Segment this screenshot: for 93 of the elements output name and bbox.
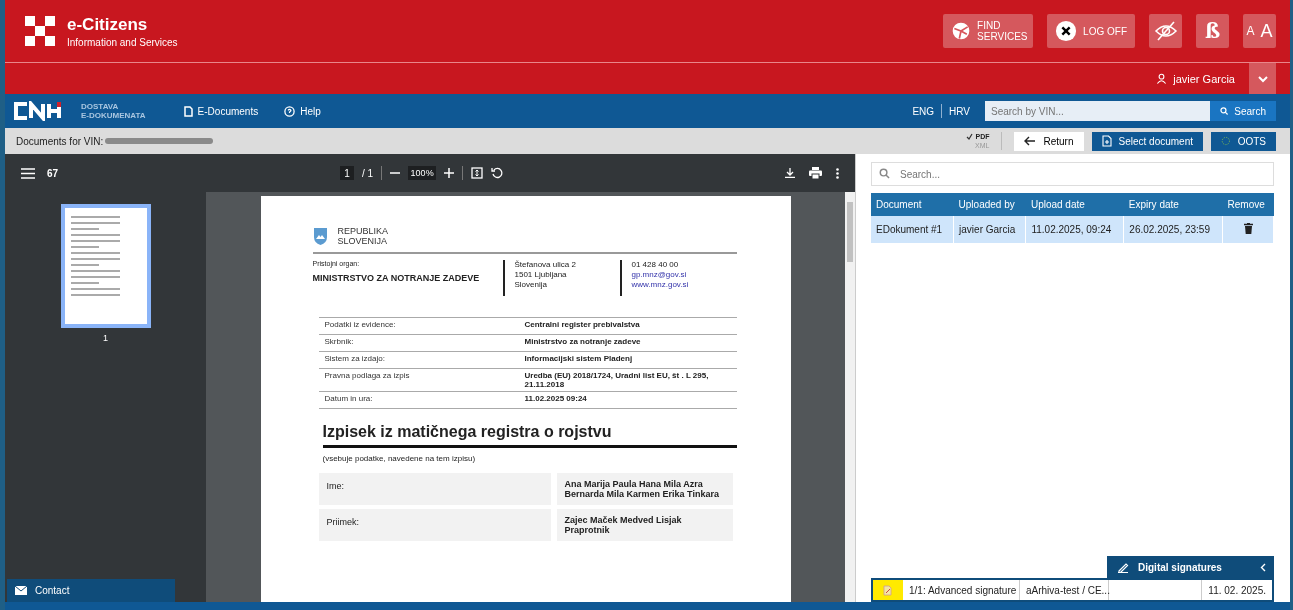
add-document-icon (1101, 135, 1112, 147)
return-button[interactable]: Return (1014, 131, 1084, 151)
help-icon (284, 105, 296, 117)
find-services-button[interactable]: FIND SERVICES (943, 14, 1034, 48)
address-line: 1501 Ljubljana (514, 270, 568, 280)
column-header: Upload date (1025, 193, 1124, 216)
user-menu-button[interactable] (1249, 63, 1276, 94)
more-icon[interactable] (836, 167, 839, 179)
globe-icon (951, 20, 972, 42)
checker-logo-icon (25, 16, 55, 46)
text-size-button[interactable]: A A (1243, 14, 1276, 48)
user-icon (1156, 73, 1168, 84)
record-value: Informacijski sistem Pladenj (524, 354, 634, 365)
zoom-field[interactable]: 100% (408, 166, 437, 180)
record-label: Podatki iz evidence: (324, 320, 397, 331)
hide-eye-icon[interactable] (1149, 14, 1182, 48)
trash-icon[interactable] (1243, 223, 1253, 234)
coat-of-arms-icon (312, 226, 328, 246)
signature-name: 1/1: Advanced signature (903, 580, 1020, 600)
signature-date: 11. 02. 2025. (1207, 583, 1267, 598)
check-icon (966, 133, 974, 140)
arrow-left-icon (1024, 136, 1037, 146)
document-icon (183, 105, 193, 117)
document-title: 67 (47, 167, 59, 179)
rotate-icon[interactable] (491, 167, 504, 179)
digital-signatures-tab[interactable]: Digital signatures (1107, 556, 1274, 578)
help-link[interactable]: Help (284, 105, 321, 117)
select-document-button[interactable]: Select document (1091, 131, 1203, 151)
signature-issuer: aArhiva-test / CE... (1020, 580, 1109, 600)
language-link[interactable]: ENG (905, 105, 942, 117)
thumbnail-label: 1 (103, 333, 108, 343)
vin-search-field[interactable]: Search by VIN... (985, 101, 1210, 121)
zoom-in-icon[interactable] (444, 168, 455, 178)
dyslexia-font-button[interactable]: ß (1196, 14, 1229, 48)
table-cell: 11.02.2025, 09:24 (1025, 216, 1124, 243)
site-title: e-Citizens (67, 14, 149, 35)
user-name[interactable]: javier Garcia (1173, 72, 1235, 85)
log-off-button[interactable]: LOG OFF (1047, 14, 1135, 48)
table-cell: EDokument #1 (871, 216, 954, 243)
table-cell: 26.02.2025, 23:59 (1123, 216, 1223, 243)
close-icon (1055, 20, 1078, 42)
record-value: Centralni register prebivalstva (524, 320, 641, 331)
chevron-down-icon (1256, 74, 1269, 83)
e-documents-link[interactable]: E-Documents (183, 105, 259, 117)
column-header: Expiry date (1123, 193, 1223, 216)
republic-name: REPUBLIKA (337, 226, 389, 236)
column-header: Uploaded by (953, 193, 1026, 216)
field-label: Ime: (318, 473, 551, 505)
search-icon (1220, 105, 1229, 117)
field-value: Zajec Maček Medved Lisjak Praprotnik (556, 509, 733, 541)
address-line: Slovenija (514, 280, 548, 290)
contact-line: gp.mnz@gov.si (631, 270, 688, 280)
record-label: Skrbnik: (324, 337, 355, 348)
vin-label: Documents for VIN: (16, 135, 104, 147)
brand-line: DOSTAVA (81, 102, 120, 111)
oots-button[interactable]: OOTS (1211, 131, 1276, 151)
language-link[interactable]: HRV (942, 105, 977, 117)
field-label: Priimek: (318, 509, 551, 541)
fit-page-icon[interactable] (471, 167, 484, 179)
brand-line: E-DOKUMENATA (81, 111, 146, 120)
site-subtitle: Information and Services (67, 36, 178, 48)
search-button[interactable]: Search (1210, 101, 1276, 121)
contact-line: www.mnz.gov.si (631, 280, 690, 290)
chevron-left-icon (1260, 562, 1266, 572)
column-header: Document (871, 193, 954, 216)
signature-file-icon (883, 584, 893, 596)
dotted-circle-icon (1221, 135, 1231, 147)
page-count: / 1 (362, 167, 374, 179)
download-icon[interactable] (785, 168, 795, 178)
column-header: Remove (1222, 193, 1274, 216)
record-label: Pravna podlaga za izpis (324, 371, 411, 382)
address-line: Štefanova ulica 2 (514, 260, 577, 270)
menu-icon[interactable] (21, 167, 35, 179)
record-value: 11.02.2025 09:24 (524, 394, 588, 405)
document-heading: Izpisek iz matičnega registra o rojstvu (322, 423, 737, 448)
republic-name: SLOVENIJA (337, 236, 389, 246)
record-value: Ministrstvo za notranje zadeve (524, 337, 642, 348)
document-note: (vsebuje podatke, navedene na tem izpisu) (322, 454, 477, 463)
pen-icon (1117, 561, 1129, 573)
contact-line: 01 428 40 00 (631, 260, 680, 270)
record-label: Sistem za izdajo: (324, 354, 386, 365)
field-value: Ana Marija Paula Hana Mila Azra Bernarda Mila Karmen Erika Tinkara (556, 473, 733, 505)
print-icon[interactable] (809, 167, 822, 179)
document-search-field[interactable]: Search... (871, 162, 1274, 186)
record-label: Datum in ura: (324, 394, 374, 405)
mail-icon (15, 586, 27, 595)
document-row[interactable]: EDokument #1 javier Garcia 11.02.2025, 09:24 26.02.2025, 23:59 (871, 216, 1274, 243)
contact-button[interactable]: Contact (7, 579, 175, 602)
authority-name: MINISTRSTVO ZA NOTRANJE ZADEVE (312, 273, 481, 283)
page-number-field[interactable]: 1 (340, 166, 354, 180)
table-cell: javier Garcia (953, 216, 1026, 243)
record-value: Uredba (EU) 2018/1724, Uradni list EU, št . L 295, 21.11.2018 (524, 371, 710, 389)
page-thumbnail[interactable] (60, 204, 151, 328)
